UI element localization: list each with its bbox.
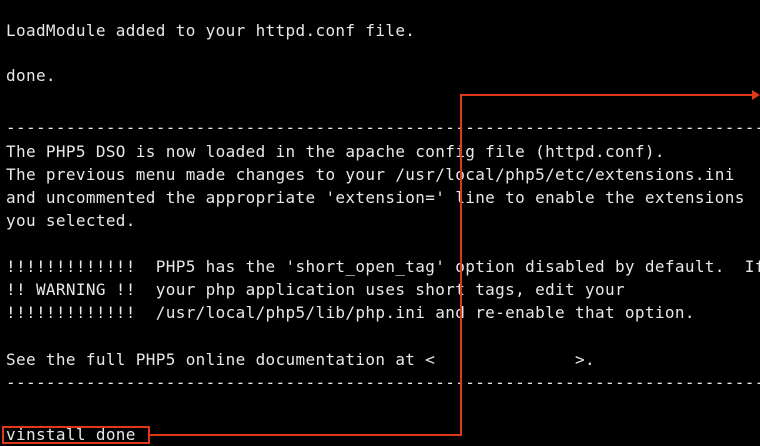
annotation-overlay bbox=[150, 90, 760, 436]
annotation-connector-line bbox=[150, 94, 752, 436]
arrow-head-icon bbox=[752, 90, 760, 100]
terminal-window[interactable]: LoadModule added to your httpd.conf file… bbox=[0, 0, 760, 446]
